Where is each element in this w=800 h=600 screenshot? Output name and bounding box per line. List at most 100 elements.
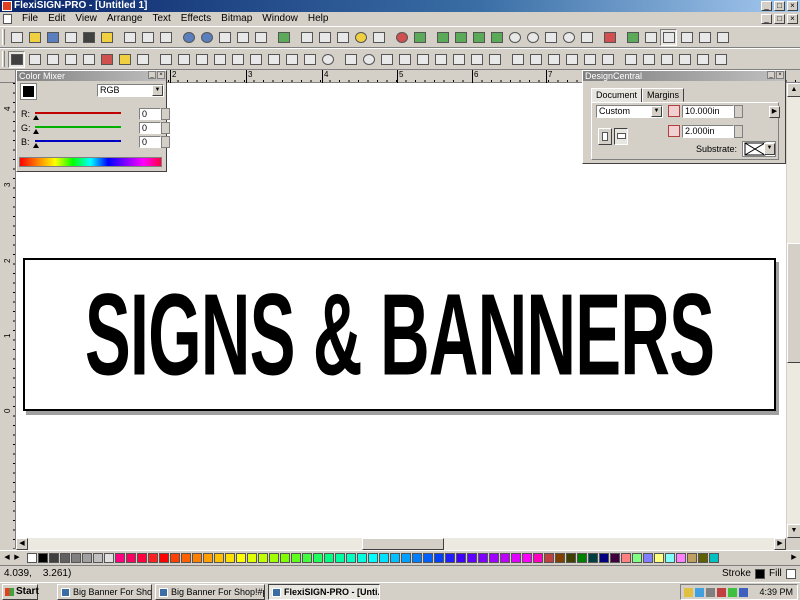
arrange-icon[interactable] bbox=[229, 51, 246, 68]
distort-icon[interactable] bbox=[247, 51, 264, 68]
tray-shield-icon[interactable] bbox=[684, 588, 693, 597]
taskbar-item-active[interactable]: FlexiSIGN-PRO - [Unti... bbox=[268, 584, 380, 600]
zoom-fit-icon[interactable] bbox=[560, 29, 577, 46]
pick-arrow-icon[interactable] bbox=[8, 51, 25, 68]
send-to-cutter-icon[interactable] bbox=[80, 29, 97, 46]
palette-swatch[interactable] bbox=[27, 553, 37, 563]
palette-swatch[interactable] bbox=[280, 553, 290, 563]
scroll-right-arrow-icon[interactable]: ▶ bbox=[774, 538, 786, 550]
align-right-icon[interactable] bbox=[545, 51, 562, 68]
horizontal-scrollbar[interactable]: ◀ ▶ bbox=[16, 538, 786, 550]
contour-icon[interactable] bbox=[452, 29, 469, 46]
banner-rectangle[interactable]: SIGNS & BANNERS bbox=[23, 258, 776, 411]
palette-swatch[interactable] bbox=[357, 553, 367, 563]
landscape-orientation-button[interactable] bbox=[614, 128, 628, 145]
job-properties-icon[interactable] bbox=[298, 29, 315, 46]
tray-volume-icon[interactable] bbox=[706, 588, 715, 597]
group-icon[interactable] bbox=[157, 51, 174, 68]
rectangle-tool-icon[interactable] bbox=[80, 51, 97, 68]
mirror-icon[interactable] bbox=[712, 51, 729, 68]
palette-swatch[interactable] bbox=[599, 553, 609, 563]
palette-swatch[interactable] bbox=[291, 553, 301, 563]
palette-swatch[interactable] bbox=[445, 553, 455, 563]
red-value-input[interactable]: 0 bbox=[139, 108, 161, 120]
page-height-input[interactable]: 2.000in bbox=[682, 125, 734, 138]
tray-network-icon[interactable] bbox=[695, 588, 704, 597]
menu-bitmap[interactable]: Bitmap bbox=[216, 12, 257, 26]
palette-swatch[interactable] bbox=[500, 553, 510, 563]
palette-swatch[interactable] bbox=[324, 553, 334, 563]
ruler-corner[interactable] bbox=[0, 70, 16, 83]
zoom-icon[interactable] bbox=[393, 29, 410, 46]
palette-swatch[interactable] bbox=[588, 553, 598, 563]
palette-swatch[interactable] bbox=[225, 553, 235, 563]
palette-swatch[interactable] bbox=[104, 553, 114, 563]
green-slider-thumb[interactable] bbox=[33, 129, 39, 134]
pan-hand-icon[interactable] bbox=[542, 29, 559, 46]
order-back-icon[interactable] bbox=[283, 51, 300, 68]
curve-shape-icon[interactable] bbox=[486, 51, 503, 68]
red-value-spinner[interactable] bbox=[161, 108, 170, 120]
palette-swatch[interactable] bbox=[49, 553, 59, 563]
banner-shape-icon[interactable] bbox=[468, 51, 485, 68]
rectangle-shape-icon[interactable] bbox=[342, 51, 359, 68]
scroll-up-arrow-icon[interactable]: ▲ bbox=[787, 83, 800, 97]
tab-document[interactable]: Document bbox=[591, 88, 643, 103]
palette-swatch[interactable] bbox=[181, 553, 191, 563]
taskbar-item[interactable]: Big Banner For Shop!#p... bbox=[155, 584, 265, 600]
panel-close-button[interactable]: × bbox=[776, 71, 784, 79]
tray-antivirus-icon[interactable] bbox=[717, 588, 726, 597]
measure-tool-icon[interactable] bbox=[116, 51, 133, 68]
stroke-swatch[interactable] bbox=[755, 569, 765, 579]
green-value-spinner[interactable] bbox=[161, 122, 170, 134]
menu-file[interactable]: File bbox=[17, 12, 43, 26]
weed-icon[interactable] bbox=[434, 29, 451, 46]
minimize-button[interactable]: _ bbox=[761, 1, 772, 11]
snap-icon[interactable] bbox=[624, 29, 641, 46]
palette-swatch[interactable] bbox=[698, 553, 708, 563]
preview-icon[interactable] bbox=[98, 29, 115, 46]
close-button[interactable]: × bbox=[787, 1, 798, 11]
lock-icon[interactable] bbox=[301, 51, 318, 68]
center-page-icon[interactable] bbox=[658, 51, 675, 68]
tab-margins[interactable]: Margins bbox=[642, 88, 685, 102]
taskbar-item[interactable]: Big Banner For Shop! - ... bbox=[57, 584, 152, 600]
tray-update-icon[interactable] bbox=[739, 588, 748, 597]
palette-swatch[interactable] bbox=[643, 553, 653, 563]
doc-close-button[interactable]: × bbox=[787, 14, 798, 24]
palette-swatch[interactable] bbox=[687, 553, 697, 563]
palette-swatch[interactable] bbox=[93, 553, 103, 563]
vertical-ruler[interactable]: 4 3 2 1 0 bbox=[0, 83, 16, 549]
palette-scroll-left-icon[interactable]: ◀ bbox=[3, 553, 11, 563]
spell-check-icon[interactable] bbox=[275, 29, 292, 46]
maximize-button[interactable]: □ bbox=[774, 1, 785, 11]
blue-slider-track[interactable] bbox=[35, 140, 121, 142]
zoom-box-icon[interactable] bbox=[578, 29, 595, 46]
palette-swatch[interactable] bbox=[302, 553, 312, 563]
palette-swatch[interactable] bbox=[511, 553, 521, 563]
align-top-icon[interactable] bbox=[563, 51, 580, 68]
blue-slider-thumb[interactable] bbox=[33, 143, 39, 148]
palette-swatch[interactable] bbox=[390, 553, 400, 563]
banner-text[interactable]: SIGNS & BANNERS bbox=[77, 260, 721, 409]
palette-swatch[interactable] bbox=[379, 553, 389, 563]
print-icon[interactable] bbox=[62, 29, 79, 46]
redo-list-icon[interactable] bbox=[234, 29, 251, 46]
align-center-icon[interactable] bbox=[527, 51, 544, 68]
chevron-down-icon[interactable]: ▼ bbox=[764, 143, 775, 155]
palette-swatch[interactable] bbox=[401, 553, 411, 563]
preview-mode-icon[interactable] bbox=[660, 29, 677, 46]
grid-icon[interactable] bbox=[678, 29, 695, 46]
document-setup-icon[interactable] bbox=[316, 29, 333, 46]
palette-swatch[interactable] bbox=[258, 553, 268, 563]
menu-arrange[interactable]: Arrange bbox=[102, 12, 148, 26]
palette-swatch[interactable] bbox=[203, 553, 213, 563]
palette-swatch[interactable] bbox=[236, 553, 246, 563]
palette-swatch[interactable] bbox=[60, 553, 70, 563]
no-icon[interactable] bbox=[319, 51, 336, 68]
green-value-input[interactable]: 0 bbox=[139, 122, 161, 134]
outline-icon[interactable] bbox=[470, 29, 487, 46]
palette-swatch[interactable] bbox=[566, 553, 576, 563]
palette-swatch[interactable] bbox=[577, 553, 587, 563]
green-slider-track[interactable] bbox=[35, 126, 121, 128]
